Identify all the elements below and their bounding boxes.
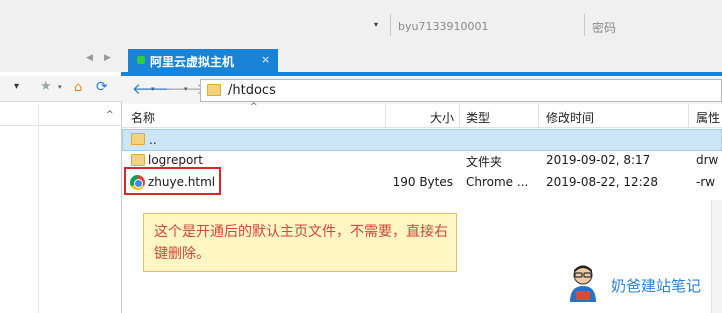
scrollbar[interactable] <box>711 200 722 313</box>
file-attributes: drw <box>696 153 719 167</box>
folder-icon <box>207 84 221 96</box>
parent-directory-row[interactable]: .. <box>122 129 722 151</box>
column-size[interactable]: 大小 <box>430 109 454 126</box>
annotation-note: 这个是开通后的默认主页文件，不需要，直接右键删除。 <box>143 213 457 272</box>
connected-status-icon <box>137 56 145 64</box>
file-type: Chrome ... <box>466 175 529 189</box>
file-type: 文件夹 <box>466 155 503 169</box>
username-field[interactable]: byu7133910001 <box>398 20 488 33</box>
sort-ascending-icon: ^ <box>250 102 258 112</box>
tab-label: 阿里云虚拟主机 <box>150 55 235 69</box>
forward-dropdown-icon[interactable]: ▾ <box>184 85 188 93</box>
password-field[interactable]: 密码 <box>592 19 616 36</box>
remote-toolbar: 🡐 ▾ 🡒 ▾ /htdocs <box>122 76 722 104</box>
annotation-text: 这个是开通后的默认主页文件，不需要，直接右键删除。 <box>154 224 448 262</box>
folder-icon <box>131 154 145 166</box>
local-column-divider <box>38 104 39 313</box>
tab-strip: ◀ ▶ 阿里云虚拟主机 × <box>0 44 722 72</box>
local-panel: ▾ ★ ▾ ⌂ ⟳ ^ <box>0 76 122 313</box>
remote-path-input[interactable]: /htdocs <box>200 79 722 102</box>
tab-aliyun-host[interactable]: 阿里云虚拟主机 × <box>128 49 278 72</box>
watermark-text: 奶爸建站笔记 <box>611 277 702 295</box>
refresh-icon[interactable]: ⟳ <box>96 79 108 95</box>
home-icon[interactable]: ⌂ <box>74 80 82 95</box>
tab-scroll-left-icon[interactable]: ◀ <box>86 53 93 63</box>
file-name: .. <box>149 133 157 147</box>
column-name[interactable]: 名称 <box>131 109 155 126</box>
column-divider[interactable] <box>538 104 539 128</box>
file-name: logreport <box>148 153 203 167</box>
bookmark-dropdown-icon[interactable]: ▾ <box>58 83 62 91</box>
local-toolbar: ▾ ★ ▾ ⌂ ⟳ <box>0 76 122 102</box>
local-column-header <box>0 104 122 126</box>
file-size: 190 Bytes <box>392 175 453 189</box>
local-path-dropdown-icon[interactable]: ▾ <box>14 81 19 92</box>
file-modified: 2019-08-22, 12:28 <box>546 175 658 189</box>
column-attributes[interactable]: 属性 <box>696 109 720 126</box>
protocol-dropdown-icon[interactable]: ▾ <box>374 20 378 29</box>
highlight-box <box>124 167 221 195</box>
file-attributes: -rw <box>696 175 716 189</box>
file-modified: 2019-09-02, 8:17 <box>546 153 651 167</box>
connection-bar: ▾ byu7133910001 密码 <box>0 0 722 44</box>
column-modified[interactable]: 修改时间 <box>546 109 594 126</box>
file-list-header: ^ 名称 大小 类型 修改时间 属性 <box>122 102 722 128</box>
folder-icon <box>131 133 145 145</box>
separator <box>584 14 585 36</box>
column-divider[interactable] <box>688 104 689 128</box>
sort-ascending-icon[interactable]: ^ <box>106 110 114 120</box>
column-type[interactable]: 类型 <box>466 109 490 126</box>
column-divider[interactable] <box>459 104 460 128</box>
bookmark-icon[interactable]: ★ <box>40 79 52 94</box>
avatar-icon <box>570 265 596 302</box>
back-dropdown-icon[interactable]: ▾ <box>151 85 155 93</box>
tab-scroll-right-icon[interactable]: ▶ <box>104 53 111 63</box>
close-icon[interactable]: × <box>261 53 270 66</box>
remote-path-text: /htdocs <box>228 83 276 98</box>
separator <box>390 14 391 36</box>
column-divider[interactable] <box>385 104 386 128</box>
